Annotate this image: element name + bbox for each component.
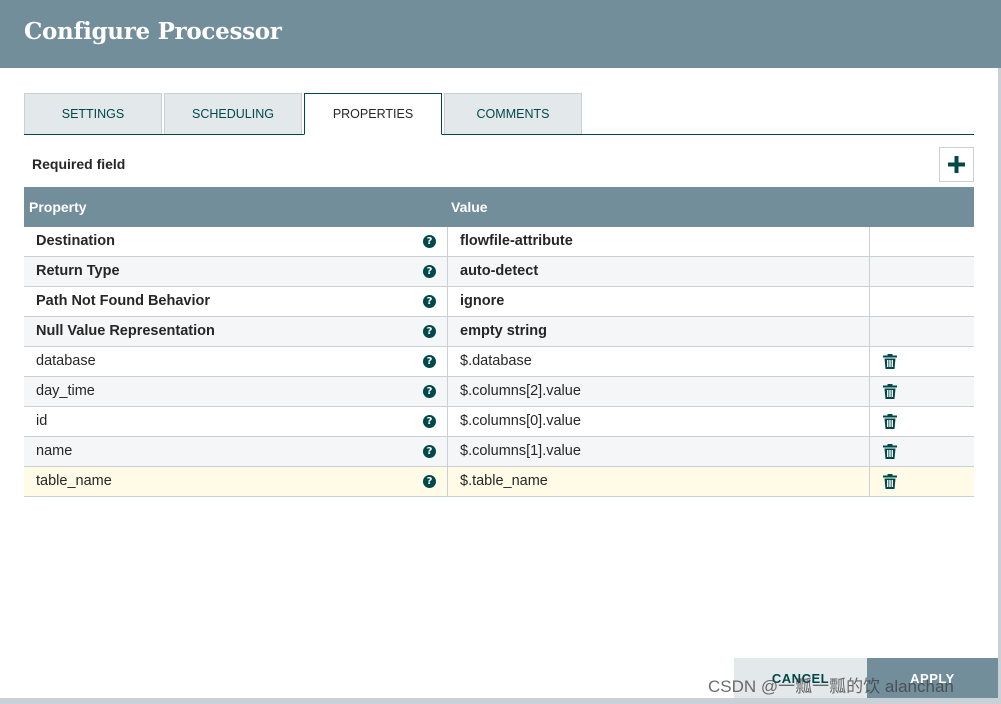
property-value[interactable]: flowfile-attribute: [460, 227, 573, 256]
property-value[interactable]: ignore: [460, 287, 504, 316]
tab-properties[interactable]: PROPERTIES: [304, 93, 442, 135]
table-row[interactable]: Destination? flowfile-attribute: [24, 227, 974, 257]
help-icon[interactable]: ?: [423, 445, 436, 458]
table-row[interactable]: id? $.columns[0].value: [24, 407, 974, 437]
tab-scheduling[interactable]: SCHEDULING: [164, 93, 302, 134]
property-value[interactable]: $.columns[2].value: [460, 377, 581, 406]
column-divider: [447, 227, 448, 257]
column-divider: [869, 287, 870, 317]
help-icon[interactable]: ?: [423, 385, 436, 398]
help-icon[interactable]: ?: [423, 265, 436, 278]
trash-icon[interactable]: [883, 414, 897, 429]
tab-comments[interactable]: COMMENTS: [444, 93, 582, 134]
plus-icon: [948, 156, 965, 173]
column-divider: [447, 257, 448, 287]
column-divider: [447, 347, 448, 377]
trash-icon[interactable]: [883, 384, 897, 399]
help-icon[interactable]: ?: [423, 475, 436, 488]
column-divider: [869, 407, 870, 437]
column-header-property: Property: [29, 199, 87, 215]
table-row[interactable]: day_time? $.columns[2].value: [24, 377, 974, 407]
properties-table: Property Value Destination? flowfile-attr…: [24, 187, 974, 497]
column-divider: [447, 317, 448, 347]
property-name: Path Not Found Behavior: [36, 293, 210, 309]
column-divider: [869, 347, 870, 377]
table-header: Property Value: [24, 187, 974, 227]
help-icon[interactable]: ?: [423, 355, 436, 368]
column-divider: [869, 227, 870, 257]
apply-button[interactable]: APPLY: [867, 658, 998, 698]
property-name: database: [36, 353, 96, 369]
table-row[interactable]: table_name? $.table_name: [24, 467, 974, 497]
help-icon[interactable]: ?: [423, 415, 436, 428]
help-icon[interactable]: ?: [423, 295, 436, 308]
property-value[interactable]: $.database: [460, 347, 532, 376]
table-body: Destination? flowfile-attribute Return Typ…: [24, 227, 974, 497]
property-name: Null Value Representation: [36, 323, 215, 339]
dialog-border-bottom: [0, 698, 1001, 704]
tab-bar: SETTINGS SCHEDULING PROPERTIES COMMENTS: [24, 93, 974, 135]
property-value[interactable]: empty string: [460, 317, 547, 346]
column-divider: [447, 407, 448, 437]
required-field-label: Required field: [32, 156, 126, 172]
table-row[interactable]: database? $.database: [24, 347, 974, 377]
property-name: Return Type: [36, 263, 120, 279]
property-name: Destination: [36, 233, 115, 249]
trash-icon[interactable]: [883, 354, 897, 369]
column-divider: [869, 437, 870, 467]
column-divider: [447, 377, 448, 407]
table-row[interactable]: name? $.columns[1].value: [24, 437, 974, 467]
property-value[interactable]: $.table_name: [460, 467, 548, 496]
add-property-button[interactable]: [939, 147, 974, 182]
column-divider: [869, 257, 870, 287]
property-name: id: [36, 413, 48, 429]
table-row[interactable]: Return Type? auto-detect: [24, 257, 974, 287]
column-divider: [869, 467, 870, 497]
cancel-button[interactable]: CANCEL: [734, 658, 867, 698]
dialog-header: Configure Processor: [0, 0, 1001, 68]
tab-settings[interactable]: SETTINGS: [24, 93, 162, 134]
table-row[interactable]: Path Not Found Behavior? ignore: [24, 287, 974, 317]
configure-processor-dialog: Configure Processor SETTINGS SCHEDULING …: [0, 0, 1001, 704]
property-name: day_time: [36, 383, 95, 399]
help-icon[interactable]: ?: [423, 325, 436, 338]
help-icon[interactable]: ?: [423, 235, 436, 248]
column-divider: [869, 317, 870, 347]
property-value[interactable]: $.columns[1].value: [460, 437, 581, 466]
column-divider: [869, 377, 870, 407]
property-value[interactable]: auto-detect: [460, 257, 538, 286]
property-value[interactable]: $.columns[0].value: [460, 407, 581, 436]
column-divider: [447, 467, 448, 497]
column-divider: [447, 437, 448, 467]
property-name: name: [36, 443, 73, 459]
column-header-value: Value: [451, 199, 488, 215]
property-name: table_name: [36, 473, 112, 489]
trash-icon[interactable]: [883, 474, 897, 489]
table-row[interactable]: Null Value Representation? empty string: [24, 317, 974, 347]
trash-icon[interactable]: [883, 444, 897, 459]
dialog-title: Configure Processor: [24, 18, 282, 45]
column-divider: [447, 287, 448, 317]
